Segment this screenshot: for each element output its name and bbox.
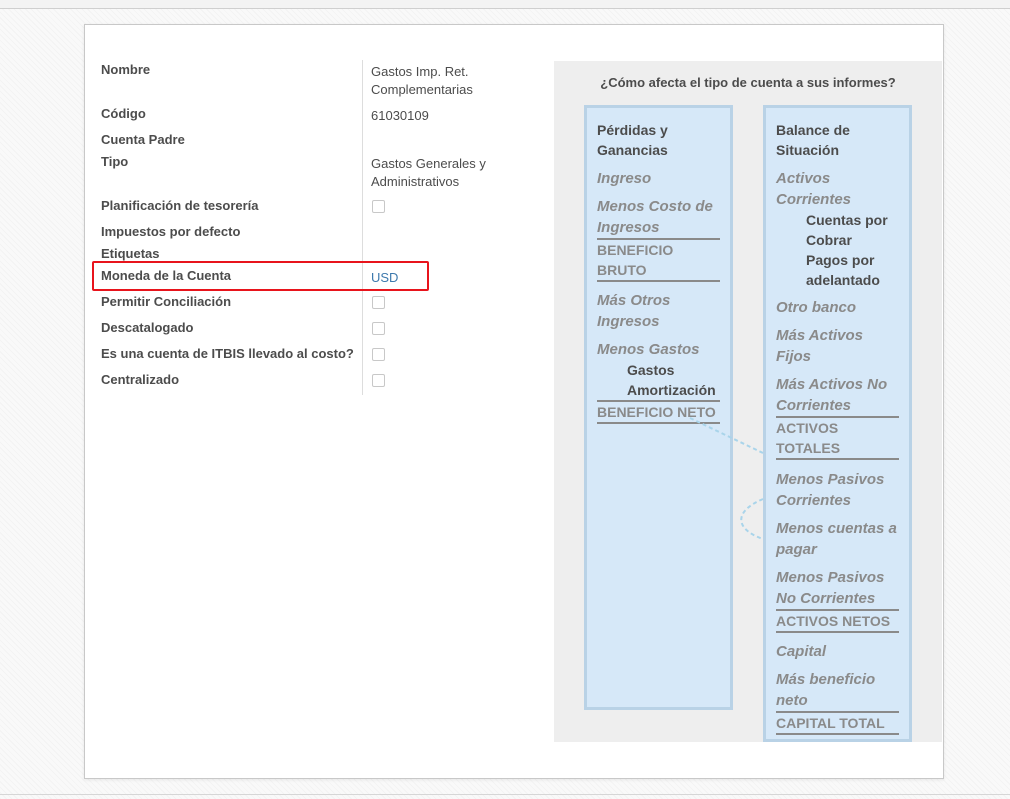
bs-menos-pasivos-corr: Menos Pasivos Corrientes xyxy=(776,471,885,509)
label-centralizado: Centralizado xyxy=(101,372,180,387)
pl-ingreso: Ingreso xyxy=(597,170,652,187)
label-cuenta-padre: Cuenta Padre xyxy=(101,132,185,147)
bs-mas-activos-fijos: Más Activos Fijos xyxy=(776,327,863,365)
bs-heading: Balance de Situación xyxy=(776,122,850,158)
account-type-help-panel: ¿Cómo afecta el tipo de cuenta a sus inf… xyxy=(554,61,942,742)
field-tipo[interactable]: Gastos Generales y Administrativos xyxy=(371,155,521,191)
label-descatalogado: Descatalogado xyxy=(101,320,194,335)
bs-activos-netos: ACTIVOS NETOS xyxy=(776,611,899,633)
pl-beneficio-bruto: BENEFICIO BRUTO xyxy=(597,240,720,282)
label-tipo: Tipo xyxy=(101,154,129,169)
label-planificacion-tesoreria: Planificación de tesorería xyxy=(101,198,259,213)
bs-activos-totales: ACTIVOS TOTALES xyxy=(776,418,899,460)
account-form-sheet: Nombre Gastos Imp. Ret. Complementarias … xyxy=(84,24,944,779)
field-etiquetas[interactable] xyxy=(371,246,521,262)
label-itbis-costo: Es una cuenta de ITBIS llevado al costo? xyxy=(101,346,354,361)
bs-capital-total: CAPITAL TOTAL xyxy=(776,713,899,735)
label-permitir-conciliacion: Permitir Conciliación xyxy=(101,294,232,309)
pl-amortizacion: Amortización xyxy=(627,382,716,398)
highlight-box xyxy=(92,261,429,291)
checkbox-centralizado[interactable] xyxy=(372,374,385,387)
pl-mas-otros: Más Otros Ingresos xyxy=(597,292,671,330)
label-codigo: Código xyxy=(101,106,146,121)
bs-activos-corrientes: Activos Corrientes xyxy=(776,170,852,208)
pl-menos-gastos: Menos Gastos xyxy=(597,341,700,358)
label-nombre: Nombre xyxy=(101,62,151,77)
bs-menos-cuentas-pagar: Menos cuentas a pagar xyxy=(776,520,897,558)
label-etiquetas: Etiquetas xyxy=(101,246,160,261)
bs-capital: Capital xyxy=(776,643,827,660)
bs-mas-activos-no-corr: Más Activos No Corrientes xyxy=(776,374,899,418)
pl-menos-costo: Menos Costo de Ingresos xyxy=(597,196,720,240)
checkbox-permitir-conciliacion[interactable] xyxy=(372,296,385,309)
field-codigo[interactable]: 61030109 xyxy=(371,107,521,125)
pl-heading: Pérdidas y Ganancias xyxy=(597,122,668,158)
checkbox-planificacion-tesoreria[interactable] xyxy=(372,200,385,213)
bs-pagos-adelantado: Pagos por adelantado xyxy=(806,252,880,288)
field-nombre[interactable]: Gastos Imp. Ret. Complementarias xyxy=(371,63,521,99)
column-separator xyxy=(362,60,363,395)
label-impuestos-defecto: Impuestos por defecto xyxy=(101,224,241,239)
profit-loss-column: Pérdidas y Ganancias Ingreso Menos Costo… xyxy=(584,105,733,710)
field-impuestos-defecto[interactable] xyxy=(371,224,521,240)
pl-amortizacion-wrap: Amortización xyxy=(597,380,720,402)
checkbox-descatalogado[interactable] xyxy=(372,322,385,335)
pl-beneficio-neto: BENEFICIO NETO xyxy=(597,402,720,424)
top-bar xyxy=(0,0,1010,9)
balance-sheet-column: Balance de Situación Activos Corrientes … xyxy=(763,105,912,742)
pl-gastos: Gastos xyxy=(627,362,675,378)
bs-mas-beneficio-neto: Más beneficio neto xyxy=(776,669,899,713)
bs-menos-pasivos-no-corr: Menos Pasivos No Corrientes xyxy=(776,567,899,611)
checkbox-itbis-costo[interactable] xyxy=(372,348,385,361)
connector-liabilities xyxy=(740,498,764,540)
help-panel-title: ¿Cómo afecta el tipo de cuenta a sus inf… xyxy=(600,75,896,90)
bs-cuentas-cobrar: Cuentas por Cobrar xyxy=(806,212,888,248)
bottom-bar xyxy=(0,794,1010,795)
bs-otro-banco: Otro banco xyxy=(776,299,857,316)
field-cuenta-padre[interactable] xyxy=(371,132,521,148)
